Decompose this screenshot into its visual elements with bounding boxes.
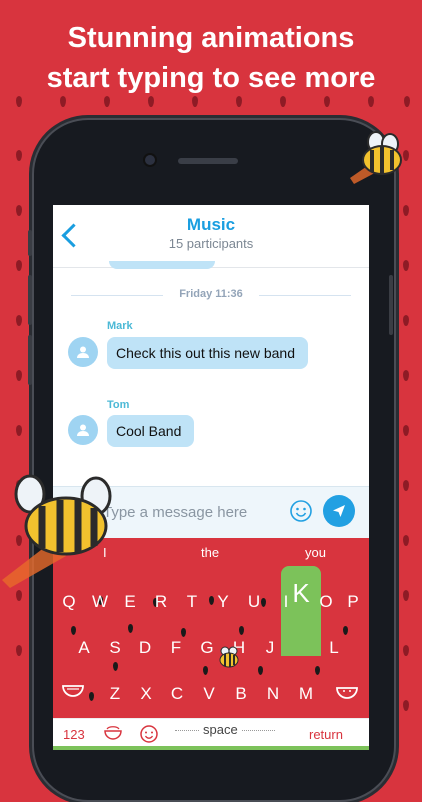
power-button [389,275,393,335]
key-v[interactable]: V [198,684,220,704]
sender-name: Tom [107,399,130,411]
key-d[interactable]: D [134,638,156,658]
return-key[interactable]: return [309,727,343,742]
space-label: space [199,722,242,737]
bee-icon [2,474,112,588]
mute-switch [28,230,32,256]
key-n[interactable]: N [262,684,284,704]
key-a[interactable]: A [73,638,95,658]
watermelon-rind [53,746,369,750]
key-c[interactable]: C [166,684,188,704]
suggestion-item[interactable]: you [305,545,326,560]
watermelon-delete-icon[interactable] [335,682,359,702]
volume-up-button [28,275,32,325]
key-r[interactable]: R [150,592,172,612]
date-separator: Friday 11:36 [53,288,369,300]
bee-icon [350,131,402,184]
front-camera [145,155,155,165]
key-p[interactable]: P [342,592,364,612]
chat-header: Music 15 participants [53,205,369,268]
key-w[interactable]: W [89,592,111,612]
key-u[interactable]: U [243,592,265,612]
message-bubble: Check this out this new band [107,337,308,369]
headline-line-1: Stunning animations [67,22,355,54]
key-j[interactable]: J [259,638,281,658]
key-m[interactable]: M [295,684,317,704]
key-x[interactable]: X [135,684,157,704]
promo-headline: Stunning animations start typing to see … [0,18,422,98]
headline-line-2: start typing to see more [46,62,376,94]
key-e[interactable]: E [119,592,141,612]
user-icon [77,346,89,358]
key-i[interactable]: I [275,592,297,612]
avatar[interactable] [68,337,98,367]
key-o[interactable]: O [315,592,337,612]
participants-count: 15 participants [168,236,254,251]
key-t[interactable]: T [181,592,203,612]
sender-name: Mark [107,320,133,332]
key-q[interactable]: Q [58,592,80,612]
message-bubble: Cool Band [107,415,194,447]
key-s[interactable]: S [104,638,126,658]
volume-down-button [28,335,32,385]
earpiece-speaker [178,158,238,164]
key-y[interactable]: Y [212,592,234,612]
key-f[interactable]: F [165,638,187,658]
bowl-icon[interactable] [103,725,123,743]
keyboard-bottom-bar: 123 space return [53,718,369,750]
emoji-icon[interactable] [289,499,313,523]
suggestion-item[interactable]: the [201,545,219,560]
key-b[interactable]: B [230,684,252,704]
key-g[interactable]: G [196,638,218,658]
user-icon [77,424,89,436]
send-icon [333,505,345,517]
watermelon-keyboard: K Q W E R T Y U I O P A S D F G H J K L … [53,566,369,718]
avatar[interactable] [68,415,98,445]
watermelon-slice-icon[interactable] [61,682,85,702]
emoji-icon[interactable] [139,724,159,744]
key-z[interactable]: Z [104,684,126,704]
bee-icon [219,646,239,668]
numbers-key[interactable]: 123 [63,727,85,742]
key-l[interactable]: L [323,638,345,658]
chat-title[interactable]: Music [53,215,369,235]
previous-message-bubble [109,261,215,269]
send-button[interactable] [323,495,355,527]
